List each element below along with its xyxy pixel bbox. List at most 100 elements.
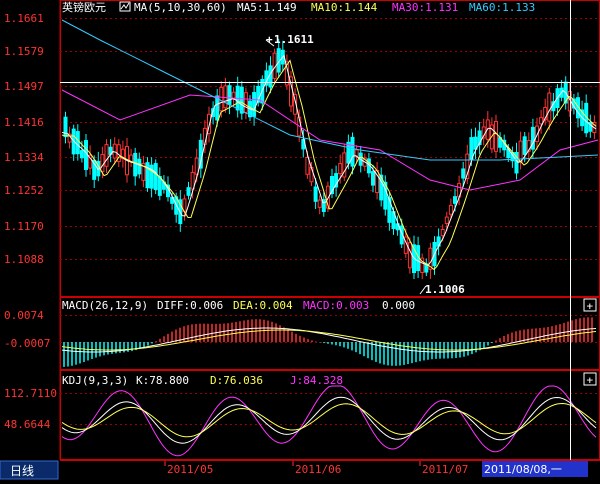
- candle: [498, 132, 503, 153]
- cursor-date-value: 2011/08/08,一: [484, 463, 562, 476]
- macd-title: MACD(26,12,9): [62, 299, 148, 312]
- candle: [112, 137, 117, 165]
- macd-hist-value: MACD:0.003: [303, 299, 369, 312]
- low-marker-value: 1.1006: [425, 283, 465, 296]
- candle: [481, 118, 486, 146]
- kdj-tick-mid: 48.6644: [4, 418, 51, 431]
- candle: [157, 167, 162, 201]
- macd-tick-mid: -0.0007: [4, 337, 50, 350]
- price-tick: 1.1170: [4, 220, 44, 233]
- cursor-date-label: 2011/08/08,一: [482, 461, 588, 477]
- candle: [502, 134, 507, 157]
- macd-dea-value: DEA:0.004: [233, 299, 293, 312]
- candle: [526, 132, 531, 161]
- candle: [264, 62, 269, 93]
- ma10-value: MA10:1.144: [311, 1, 378, 14]
- price-axis: 1.1661 1.1579 1.1497 1.1416 1.1334 1.1252 1.11…: [4, 12, 44, 266]
- candle: [375, 162, 380, 200]
- date-axis: 2011/05 2011/06 2011/07: [164, 461, 468, 476]
- candle: [120, 140, 125, 168]
- candle: [186, 181, 191, 200]
- macd-histogram: [63, 317, 593, 367]
- kdj-k-line: [61, 396, 597, 444]
- candle: [436, 228, 441, 256]
- kdj-j-value: J:84.328: [290, 374, 343, 387]
- period-tab-daily[interactable]: 日线: [0, 460, 59, 480]
- moving-average-lines: [61, 19, 599, 271]
- date-tick-july: 2011/07: [422, 463, 468, 476]
- low-marker: 1.1006: [419, 283, 465, 296]
- candle: [223, 77, 228, 113]
- svg-text:+: +: [587, 300, 594, 313]
- price-tick: 1.1088: [4, 253, 44, 266]
- ma60-value: MA60:1.133: [469, 1, 535, 14]
- candle: [317, 195, 322, 215]
- gridlines: [60, 18, 600, 425]
- high-marker-plus: +: [266, 33, 273, 46]
- price-tick: 1.1416: [4, 116, 44, 129]
- candle: [104, 139, 109, 173]
- macd-diff-value: DIFF:0.006: [157, 299, 223, 312]
- macd-extra-value: 0.000: [382, 299, 415, 312]
- price-tick: 1.1579: [4, 45, 44, 58]
- candle: [477, 121, 482, 155]
- period-tab-label: 日线: [10, 464, 34, 478]
- candle: [129, 148, 134, 167]
- candle: [518, 131, 523, 170]
- candle: [539, 109, 544, 134]
- kdj-d-value: D:76.036: [210, 374, 263, 387]
- kdj-j-line: [61, 385, 597, 457]
- panel-frames: [59, 0, 600, 460]
- kdj-d-line: [61, 402, 597, 438]
- candle: [182, 194, 187, 221]
- high-marker: + 1.1611: [265, 33, 314, 47]
- candle: [145, 157, 150, 192]
- macd-axis: 0.0074 -0.0007: [4, 309, 50, 350]
- candle: [63, 111, 68, 144]
- ma-parameter-label: MA(5,10,30,60): [134, 1, 227, 14]
- macd-expand-button[interactable]: +: [583, 298, 597, 313]
- high-marker-value: 1.1611: [274, 33, 314, 46]
- kdj-expand-button[interactable]: +: [583, 372, 597, 387]
- candle: [153, 159, 158, 195]
- kdj-axis: 112.7110 48.6644: [4, 387, 57, 431]
- candle: [239, 81, 244, 120]
- candle: [424, 258, 429, 277]
- candle: [420, 253, 425, 280]
- candle: [334, 165, 339, 197]
- candle: [133, 147, 138, 186]
- ma30-value: MA30:1.131: [392, 1, 458, 14]
- crosshair: [60, 0, 600, 460]
- ma5-value: MA5:1.149: [237, 1, 297, 14]
- candle: [75, 124, 80, 161]
- candle: [543, 98, 548, 126]
- candle: [116, 139, 121, 167]
- candle: [494, 114, 498, 158]
- candle: [141, 155, 146, 188]
- chart-canvas[interactable]: 英镑欧元 MA(5,10,30,60) MA5:1.149 MA10:1.144…: [0, 0, 600, 480]
- date-tick-june: 2011/06: [295, 463, 341, 476]
- candle: [342, 143, 347, 182]
- price-legend: 英镑欧元 MA(5,10,30,60) MA5:1.149 MA10:1.144…: [62, 0, 535, 14]
- candle: [252, 85, 257, 126]
- candle: [289, 70, 293, 113]
- candle: [383, 175, 388, 216]
- macd-tick-top: 0.0074: [4, 309, 44, 322]
- candle: [588, 114, 593, 138]
- candle: [473, 127, 478, 159]
- svg-text:+: +: [587, 374, 594, 387]
- candle: [71, 124, 76, 161]
- ma60-line: [61, 19, 599, 161]
- date-tick-may: 2011/05: [167, 463, 213, 476]
- kdj-tick-top: 112.7110: [4, 387, 57, 400]
- price-tick: 1.1252: [4, 184, 44, 197]
- kdj-legend: KDJ(9,3,3) K:78.800 D:76.036 J:84.328: [62, 374, 343, 387]
- kdj-k-value: K:78.800: [136, 374, 189, 387]
- kdj-lines: [61, 385, 597, 457]
- symbol-name: 英镑欧元: [62, 0, 106, 14]
- price-tick: 1.1497: [4, 80, 44, 93]
- kdj-title: KDJ(9,3,3): [62, 374, 128, 387]
- price-tick: 1.1334: [4, 151, 44, 164]
- candle: [108, 139, 113, 163]
- macd-legend: MACD(26,12,9) DIFF:0.006 DEA:0.004 MACD:…: [62, 299, 415, 312]
